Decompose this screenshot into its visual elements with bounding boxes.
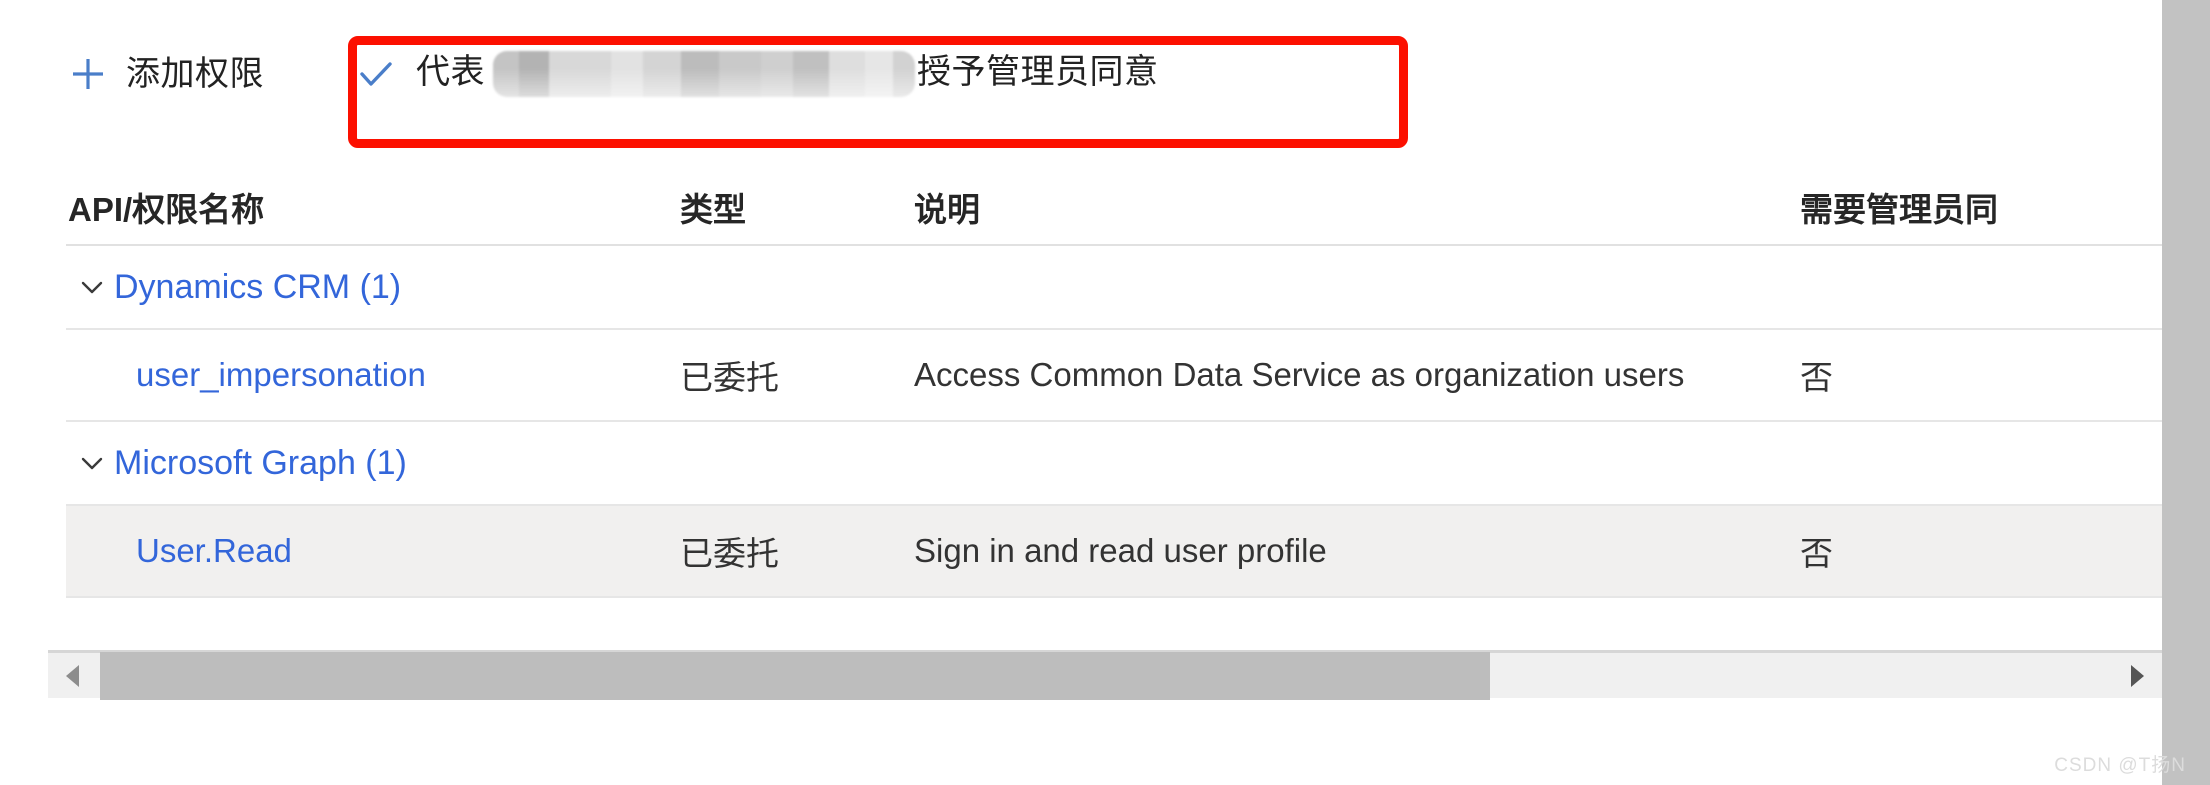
- permission-description: Access Common Data Service as organizati…: [914, 356, 1685, 393]
- column-header-name: API/权限名称: [68, 191, 265, 228]
- api-group-toggle[interactable]: Microsoft Graph (1): [66, 444, 666, 483]
- grant-consent-prefix: 代表: [416, 52, 485, 91]
- grant-consent-suffix: 授予管理员同意: [917, 52, 1159, 91]
- caret-right-icon[interactable]: [2110, 652, 2162, 700]
- scrollbar-track[interactable]: [100, 651, 2110, 700]
- content-clip-region: 添加权限 代表 授予管理员同意 API/权限名称 类型 说明 需要管理员同 Dy…: [0, 0, 2162, 785]
- permission-description: Sign in and read user profile: [914, 532, 1327, 569]
- api-group-title[interactable]: Microsoft Graph (1): [114, 444, 407, 483]
- permission-name-cell: User.Read: [66, 532, 666, 570]
- permission-admin-consent: 否: [1800, 359, 1833, 396]
- column-header-type: 类型: [680, 191, 746, 228]
- column-header-admin-consent: 需要管理员同: [1800, 191, 1998, 228]
- add-permission-button[interactable]: 添加权限: [66, 44, 264, 104]
- permission-admin-consent: 否: [1800, 535, 1833, 572]
- table-row[interactable]: User.Read 已委托 Sign in and read user prof…: [66, 506, 2162, 598]
- checkmark-icon: [354, 52, 398, 96]
- permission-type: 已委托: [680, 359, 779, 396]
- watermark: CSDN @T扬N: [2054, 755, 2186, 776]
- api-group-toggle[interactable]: Dynamics CRM (1): [66, 268, 666, 307]
- add-permission-label: 添加权限: [126, 55, 264, 93]
- permission-type: 已委托: [680, 535, 779, 572]
- command-bar: 添加权限 代表 授予管理员同意: [66, 44, 1159, 104]
- grant-admin-consent-button[interactable]: 代表 授予管理员同意: [354, 44, 1159, 104]
- caret-left-icon[interactable]: [48, 652, 100, 700]
- chevron-down-icon: [74, 445, 110, 481]
- permissions-table: API/权限名称 类型 说明 需要管理员同 Dynamics CRM (1) u…: [66, 170, 2162, 598]
- scrollbar-thumb[interactable]: [100, 651, 1490, 700]
- horizontal-scrollbar[interactable]: [48, 650, 2162, 700]
- api-group-row[interactable]: Dynamics CRM (1): [66, 246, 2162, 330]
- api-group-title[interactable]: Dynamics CRM (1): [114, 268, 401, 307]
- table-row[interactable]: user_impersonation 已委托 Access Common Dat…: [66, 330, 2162, 422]
- permission-name-link[interactable]: user_impersonation: [66, 356, 426, 393]
- column-header-description: 说明: [914, 191, 980, 228]
- redacted-tenant-name: [493, 51, 915, 97]
- app-screen: 添加权限 代表 授予管理员同意 API/权限名称 类型 说明 需要管理员同 Dy…: [0, 0, 2210, 785]
- grant-admin-consent-label: 代表 授予管理员同意: [416, 51, 1159, 97]
- table-header-row: API/权限名称 类型 说明 需要管理员同: [66, 170, 2162, 246]
- page-gutter: [2162, 0, 2210, 785]
- permission-name-link[interactable]: User.Read: [66, 532, 292, 569]
- chevron-down-icon: [74, 269, 110, 305]
- api-group-row[interactable]: Microsoft Graph (1): [66, 422, 2162, 506]
- plus-icon: [66, 52, 110, 96]
- permission-name-cell: user_impersonation: [66, 356, 666, 394]
